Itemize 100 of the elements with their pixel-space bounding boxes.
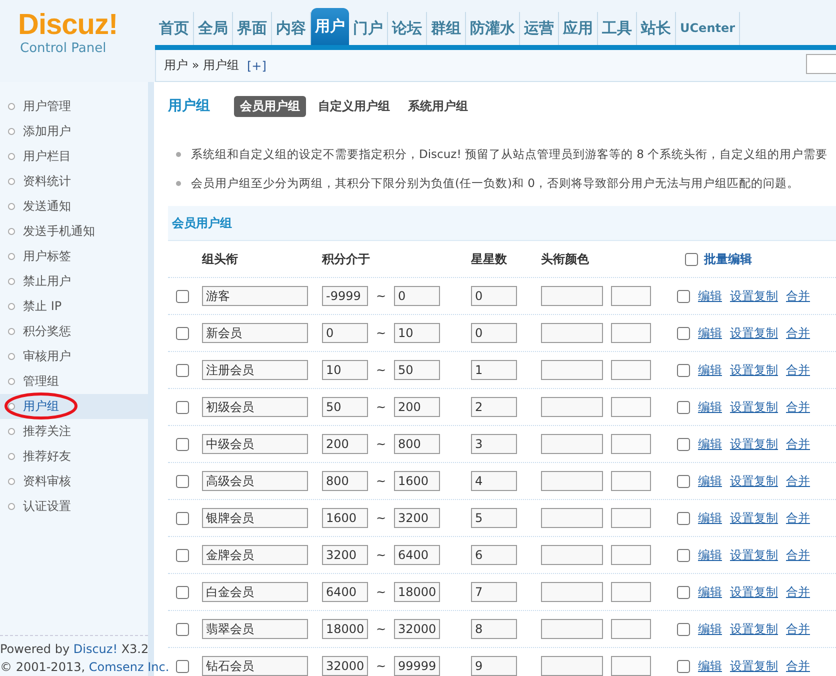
input-field[interactable]: 5 [471, 508, 517, 528]
input-field[interactable]: 3200 [394, 508, 440, 528]
input-field[interactable]: 4 [471, 471, 517, 491]
action-link[interactable]: 编辑 [698, 546, 722, 564]
input-field[interactable]: 0 [394, 286, 440, 306]
sidebar-item[interactable]: 推荐关注 [0, 419, 148, 444]
sidebar-item[interactable]: 管理组 [0, 369, 148, 394]
action-link[interactable]: 合并 [786, 658, 810, 674]
sidebar-item[interactable]: 用户栏目 [0, 144, 148, 169]
input-field[interactable]: 18000 [394, 582, 440, 602]
checkbox[interactable] [176, 438, 189, 450]
input-field[interactable]: 7 [471, 582, 517, 602]
action-link[interactable]: 设置复制 [730, 288, 778, 304]
input-field[interactable] [541, 471, 603, 491]
action-link[interactable]: 设置复制 [730, 324, 778, 342]
input-field[interactable]: 50 [322, 397, 368, 417]
sidebar-item[interactable]: 认证设置 [0, 494, 148, 519]
group-tab[interactable]: 自定义用户组 [312, 96, 396, 116]
sidebar-item[interactable]: 审核用户 [0, 344, 148, 369]
input-field[interactable]: 银牌会员 [202, 508, 308, 528]
input-field[interactable]: 游客 [202, 286, 308, 306]
color-swatch[interactable] [611, 582, 651, 602]
input-field[interactable] [541, 619, 603, 639]
input-field[interactable]: 200 [322, 434, 368, 454]
checkbox[interactable] [677, 548, 690, 562]
checkbox[interactable] [176, 290, 189, 302]
nav-tab[interactable]: 全局 [194, 12, 233, 45]
input-field[interactable] [541, 434, 603, 454]
action-link[interactable]: 编辑 [698, 510, 722, 526]
checkbox[interactable] [176, 400, 189, 414]
input-field[interactable]: 2 [471, 397, 517, 417]
input-field[interactable]: 高级会员 [202, 471, 308, 491]
action-link[interactable]: 合并 [786, 510, 810, 526]
input-field[interactable] [541, 286, 603, 306]
input-field[interactable] [541, 545, 603, 565]
action-link[interactable]: 设置复制 [730, 472, 778, 490]
input-field[interactable]: 注册会员 [202, 360, 308, 380]
checkbox[interactable] [677, 400, 690, 414]
input-field[interactable]: 99999 [394, 656, 440, 676]
action-link[interactable]: 设置复制 [730, 510, 778, 526]
sidebar-item[interactable]: 发送手机通知 [0, 219, 148, 244]
nav-tab[interactable]: 门户 [349, 12, 388, 45]
color-swatch[interactable] [611, 323, 651, 343]
comsenz-link[interactable]: Comsenz Inc. [88, 660, 170, 674]
action-link[interactable]: 编辑 [698, 362, 722, 378]
checkbox[interactable] [677, 326, 690, 340]
input-field[interactable]: 1600 [322, 508, 368, 528]
input-field[interactable] [541, 397, 603, 417]
checkbox[interactable] [677, 512, 690, 524]
input-field[interactable]: 32000 [394, 619, 440, 639]
search-field[interactable] [806, 54, 836, 74]
input-field[interactable]: 1 [471, 360, 517, 380]
nav-tab[interactable]: 运营 [520, 12, 559, 45]
input-field[interactable]: 金牌会员 [202, 545, 308, 565]
nav-tab[interactable]: 防灌水 [466, 12, 520, 45]
input-field[interactable]: 32000 [322, 656, 368, 676]
action-link[interactable]: 设置复制 [730, 658, 778, 674]
sidebar-item[interactable]: 禁止用户 [0, 269, 148, 294]
action-link[interactable]: 合并 [786, 584, 810, 600]
discuz-link[interactable]: Discuz! [73, 642, 118, 656]
action-link[interactable]: 合并 [786, 436, 810, 452]
nav-tab[interactable]: UCenter [676, 12, 740, 45]
action-link[interactable]: 合并 [786, 324, 810, 342]
action-link[interactable]: 设置复制 [730, 584, 778, 600]
input-field[interactable]: 白金会员 [202, 582, 308, 602]
nav-tab[interactable]: 工具 [598, 12, 637, 45]
action-link[interactable]: 设置复制 [730, 362, 778, 378]
checkbox[interactable] [677, 290, 690, 302]
nav-tab[interactable]: 站长 [637, 12, 676, 45]
sidebar-item[interactable]: 用户标签 [0, 244, 148, 269]
add-shortcut-link[interactable]: [+] [246, 58, 266, 72]
nav-tab[interactable]: 论坛 [388, 12, 427, 45]
sidebar-item[interactable]: 用户组 [0, 394, 148, 419]
action-link[interactable]: 合并 [786, 546, 810, 564]
checkbox[interactable] [677, 622, 690, 636]
input-field[interactable]: 800 [322, 471, 368, 491]
checkbox[interactable] [176, 364, 189, 376]
checkbox[interactable] [685, 252, 698, 266]
checkbox[interactable] [677, 660, 690, 672]
input-field[interactable]: 18000 [322, 619, 368, 639]
action-link[interactable]: 合并 [786, 620, 810, 638]
input-field[interactable]: 3 [471, 434, 517, 454]
sidebar-item[interactable]: 资料审核 [0, 469, 148, 494]
checkbox[interactable] [176, 548, 189, 562]
checkbox[interactable] [176, 660, 189, 672]
sidebar-item[interactable]: 资料统计 [0, 169, 148, 194]
action-link[interactable]: 合并 [786, 288, 810, 304]
sidebar-item[interactable]: 推荐好友 [0, 444, 148, 469]
input-field[interactable]: 200 [394, 397, 440, 417]
action-link[interactable]: 合并 [786, 362, 810, 378]
nav-tab[interactable]: 群组 [427, 12, 466, 45]
input-field[interactable]: 9 [471, 656, 517, 676]
color-swatch[interactable] [611, 471, 651, 491]
color-swatch[interactable] [611, 360, 651, 380]
input-field[interactable]: 0 [471, 323, 517, 343]
checkbox[interactable] [176, 326, 189, 340]
input-field[interactable]: 50 [394, 360, 440, 380]
action-link[interactable]: 编辑 [698, 288, 722, 304]
nav-tab[interactable]: 首页 [155, 12, 194, 45]
input-field[interactable] [541, 656, 603, 676]
